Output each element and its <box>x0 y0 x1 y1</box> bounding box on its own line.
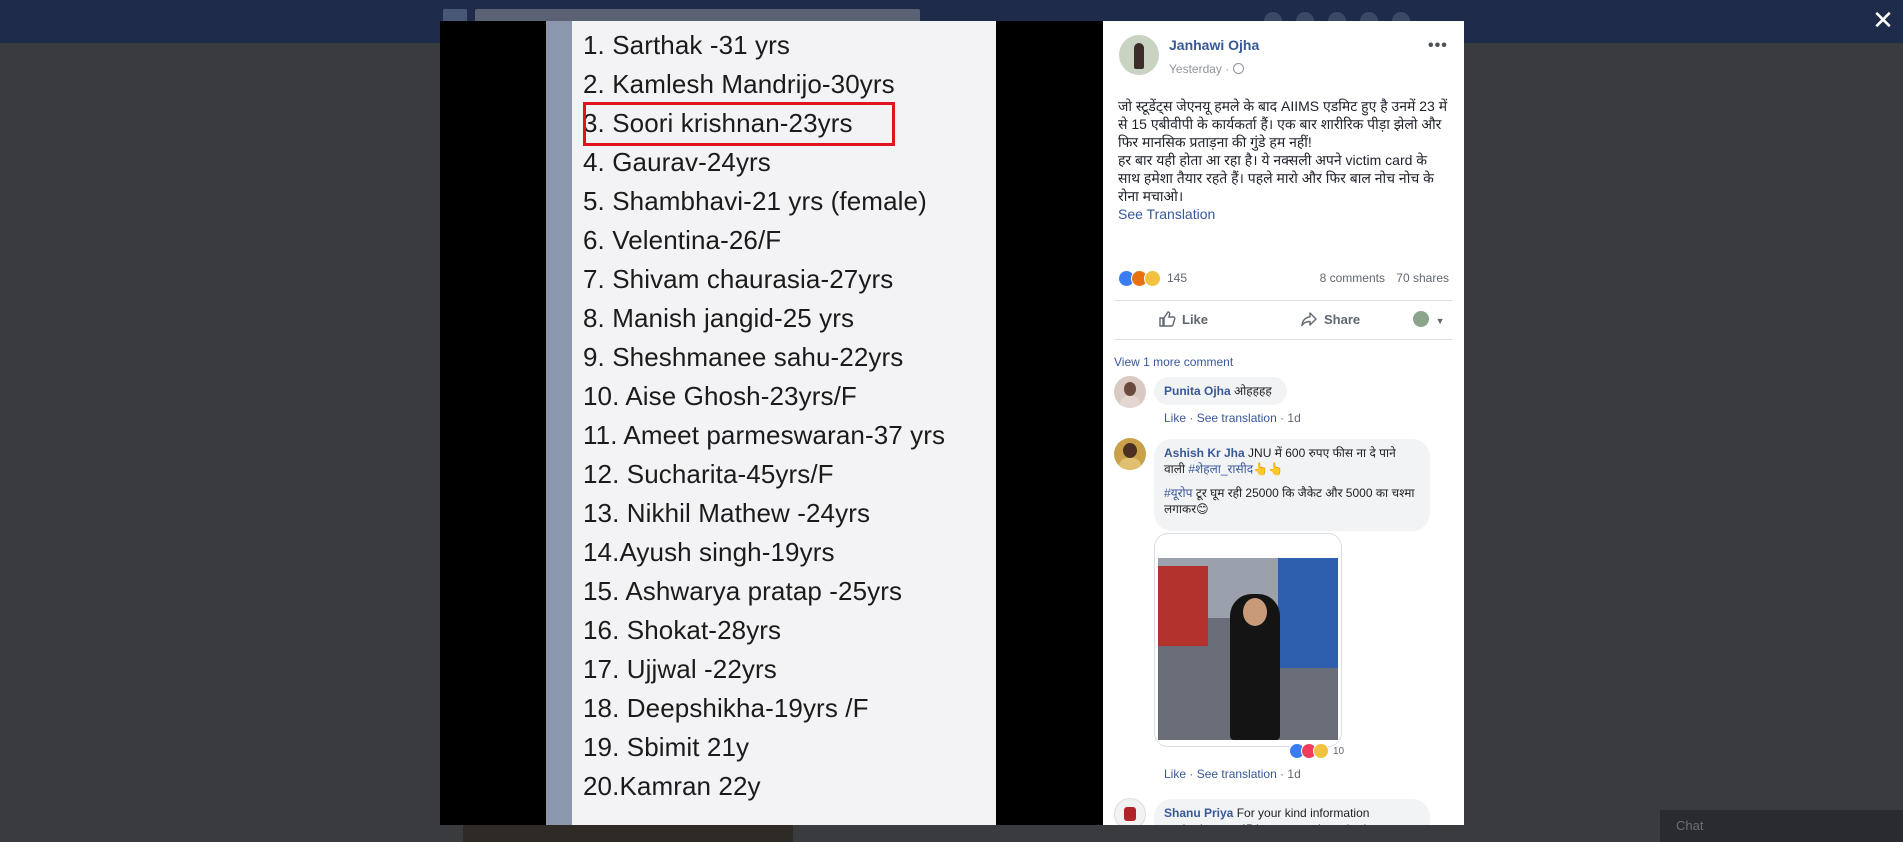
highlight-box <box>583 102 895 146</box>
comment-bubble: Punita Ojha ओहहहह <box>1154 377 1287 405</box>
comment-bubble: Shanu Priya For your kind information su… <box>1154 799 1430 825</box>
list-item: 18. Deepshikha-19yrs /F <box>583 693 869 723</box>
list-item: 11. Ameet parmeswaran-37 yrs <box>583 420 946 450</box>
see-translation-link[interactable]: See Translation <box>1118 206 1215 222</box>
hashtag-link[interactable]: #शेहला_रासीद <box>1188 462 1253 476</box>
list-item: 19. Sbimit 21y <box>583 732 750 762</box>
chat-bar: Chat <box>1660 810 1903 842</box>
close-lightbox-button[interactable]: ✕ <box>1870 6 1896 34</box>
post-body: जो स्टूडेंट्स जेएनयू हमले के बाद AIIMS ए… <box>1118 97 1450 205</box>
share-button[interactable]: Share <box>1300 301 1360 339</box>
list-item: 7. Shivam chaurasia-27yrs <box>583 264 894 294</box>
comment-see-translation-link[interactable]: See translation <box>1197 411 1277 425</box>
commenter-avatar[interactable] <box>1114 798 1146 825</box>
comment-emoji: 👆👆 <box>1253 462 1283 476</box>
close-icon: ✕ <box>1872 5 1894 35</box>
list-item: 4. Gaurav-24yrs <box>583 147 771 177</box>
view-more-comments-link[interactable]: View 1 more comment <box>1114 355 1233 369</box>
comment-age: 1d <box>1287 411 1301 425</box>
post-action-bar: Like Share ▼ <box>1115 301 1452 339</box>
commenter-avatar[interactable] <box>1114 438 1146 470</box>
more-options-icon[interactable]: ••• <box>1428 37 1448 54</box>
chat-label: Chat <box>1676 818 1704 833</box>
list-item: 13. Nikhil Mathew -24yrs <box>583 498 871 528</box>
list-item: 10. Aise Ghosh-23yrs/F <box>583 381 857 411</box>
photo-list-document: 1. Sarthak -31 yrs 2. Kamlesh Mandrijo-3… <box>572 21 996 825</box>
react-as-selector[interactable]: ▼ <box>1413 301 1445 339</box>
divider <box>1115 339 1452 340</box>
share-button-label: Share <box>1324 312 1361 327</box>
reaction-icons[interactable] <box>1118 270 1173 288</box>
share-icon <box>1301 312 1317 327</box>
commenter-name[interactable]: Shanu Priya <box>1164 806 1233 820</box>
comment-emoji: 😊 <box>1196 502 1209 516</box>
thumbs-up-icon <box>1159 311 1176 327</box>
post-paragraph: जो स्टूडेंट्स जेएनयू हमले के बाद AIIMS ए… <box>1118 98 1448 150</box>
comment-attached-photo[interactable] <box>1154 533 1342 747</box>
post-panel: Janhawi Ojha Yesterday · ••• जो स्टूडेंट… <box>1103 21 1464 825</box>
list-item: 17. Ujjwal -22yrs <box>583 654 777 684</box>
list-item: 12. Sucharita-45yrs/F <box>583 459 834 489</box>
comment-see-translation-link[interactable]: See translation <box>1197 767 1277 781</box>
commenter-avatar[interactable] <box>1114 376 1146 408</box>
list-item: 2. Kamlesh Mandrijo-30yrs <box>583 69 895 99</box>
commenter-name[interactable]: Punita Ojha <box>1164 384 1231 398</box>
reaction-count[interactable]: 145 <box>1167 271 1187 285</box>
list-item: 16. Shokat-28yrs <box>583 615 782 645</box>
list-item: 20.Kamran 22y <box>583 771 761 801</box>
comment-text: ओहहहह <box>1234 384 1272 398</box>
post-timestamp[interactable]: Yesterday · <box>1169 62 1245 76</box>
list-item: 8. Manish jangid-25 yrs <box>583 303 855 333</box>
photo: 1. Sarthak -31 yrs 2. Kamlesh Mandrijo-3… <box>546 21 996 825</box>
list-item: 5. Shambhavi-21 yrs (female) <box>583 186 927 216</box>
post-paragraph: हर बार यही होता आ रहा है। ये नक्सली अपने… <box>1118 152 1434 204</box>
comment-like-link[interactable]: Like <box>1164 767 1186 781</box>
globe-icon <box>1233 63 1245 74</box>
list-item: 9. Sheshmanee sahu-22yrs <box>583 342 904 372</box>
commenter-name[interactable]: Ashish Kr Jha <box>1164 446 1245 460</box>
comment-bubble: Ashish Kr Jha JNU में 600 रुपए फीस ना दे… <box>1154 439 1430 531</box>
comment-like-link[interactable]: Like <box>1164 411 1186 425</box>
haha-reaction-icon <box>1313 743 1329 759</box>
like-button[interactable]: Like <box>1158 301 1208 339</box>
post-author[interactable]: Janhawi Ojha <box>1169 37 1259 53</box>
post-time-text: Yesterday <box>1169 62 1222 76</box>
reactions-summary: 145 8 comments 70 shares <box>1118 268 1449 288</box>
comment-meta: Like · See translation · 1d <box>1164 767 1301 781</box>
list-item: 15. Ashwarya pratap -25yrs <box>583 576 903 606</box>
comment-meta: Like · See translation · 1d <box>1164 411 1301 425</box>
comment-age: 1d <box>1287 767 1301 781</box>
page-avatar-icon <box>1413 311 1429 327</box>
comments-count[interactable]: 8 comments <box>1320 271 1385 285</box>
hashtag-link[interactable]: #यूरोप <box>1164 486 1192 500</box>
photo-viewer: 1. Sarthak -31 yrs 2. Kamlesh Mandrijo-3… <box>440 21 1103 825</box>
author-avatar[interactable] <box>1119 35 1159 75</box>
sad-reaction-icon <box>1144 270 1161 287</box>
list-item: 14.Ayush singh-19yrs <box>583 537 835 567</box>
list-item: 6. Velentina-26/F <box>583 225 782 255</box>
like-button-label: Like <box>1182 312 1209 327</box>
comment-reaction-count: 10 <box>1333 746 1345 757</box>
shares-count[interactable]: 70 shares <box>1396 271 1449 285</box>
chevron-down-icon: ▼ <box>1435 316 1445 326</box>
list-item: 1. Sarthak -31 yrs <box>583 30 790 60</box>
